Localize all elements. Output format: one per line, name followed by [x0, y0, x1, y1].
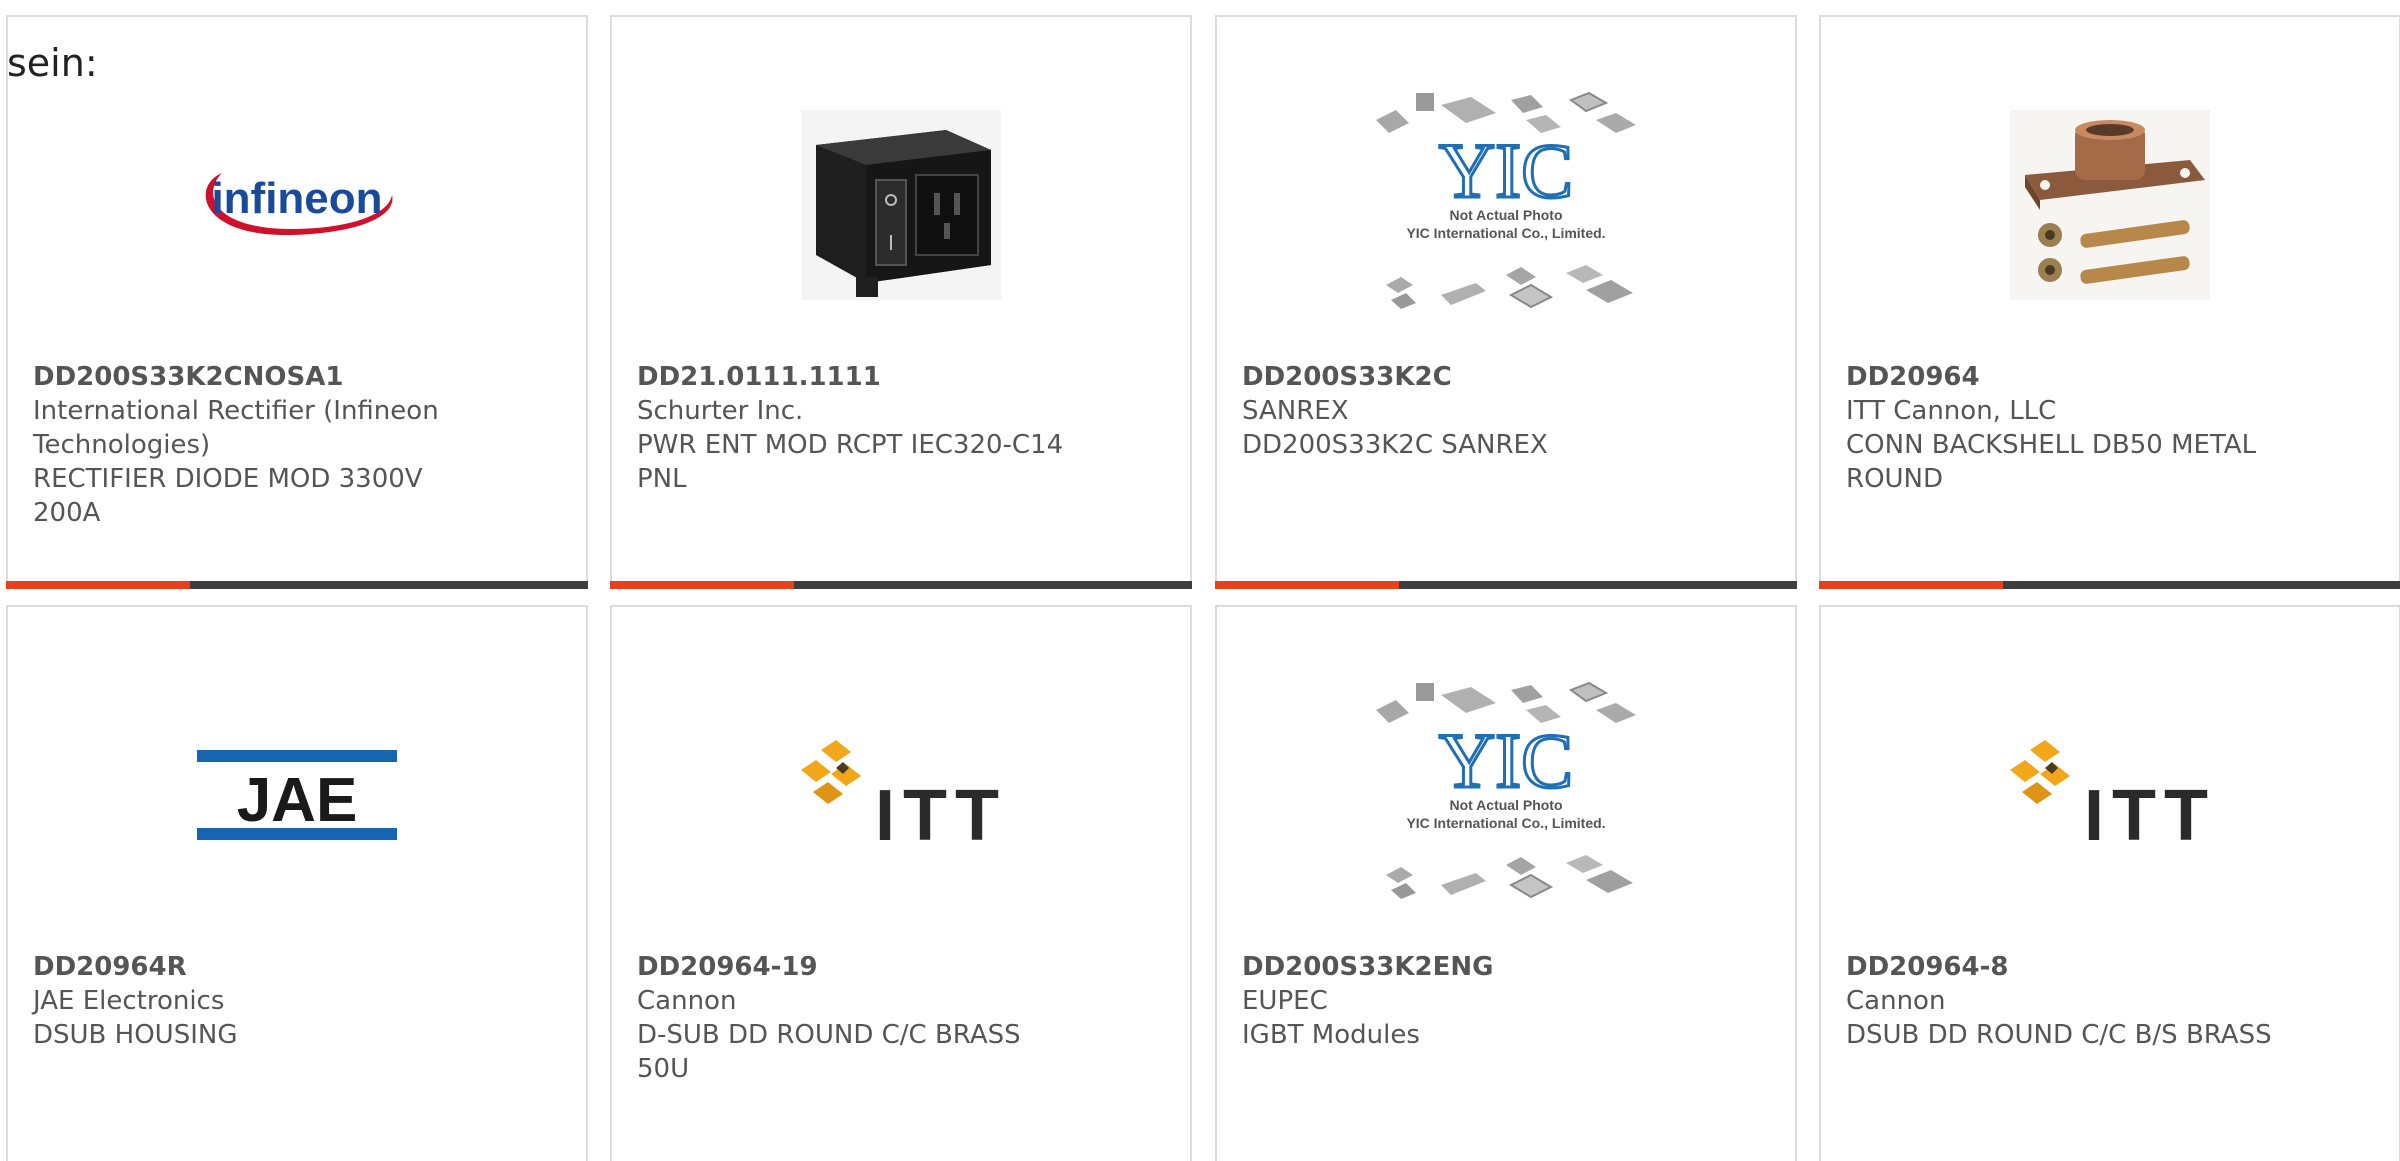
- placeholder-caption-2: YIC International Co., Limited.: [1406, 815, 1605, 831]
- product-image[interactable]: infineon: [8, 85, 586, 325]
- product-image[interactable]: YIC Not Actual Photo YIC International C…: [1217, 675, 1795, 915]
- product-info: DD200S33K2CNOSA1 International Rectifier…: [33, 360, 466, 530]
- part-number-link[interactable]: DD200S33K2C: [1242, 360, 1675, 394]
- product-description: CONN BACKSHELL DB50 METAL ROUND: [1846, 430, 2257, 494]
- card-accent-bar: [1215, 581, 1399, 589]
- placeholder-caption-2: YIC International Co., Limited.: [1406, 225, 1605, 241]
- part-number-link[interactable]: DD20964: [1846, 360, 2279, 394]
- product-image[interactable]: ITT: [612, 675, 1190, 915]
- part-number-link[interactable]: DD20964-19: [637, 950, 1070, 984]
- product-card[interactable]: DD21.0111.1111 Schurter Inc. PWR ENT MOD…: [610, 15, 1192, 589]
- itt-logo-icon: ITT: [801, 740, 1007, 850]
- svg-text:YIC: YIC: [1439, 717, 1573, 804]
- itt-logo-text: ITT: [2084, 776, 2216, 850]
- yic-placeholder-icon: YIC Not Actual Photo YIC International C…: [1376, 681, 1636, 899]
- manufacturer-name: JAE Electronics: [33, 986, 225, 1016]
- card-bottom-bar: [6, 581, 588, 589]
- product-card[interactable]: YIC Not Actual Photo YIC International C…: [1215, 605, 1797, 1161]
- placeholder-caption-1: Not Actual Photo: [1449, 207, 1562, 223]
- product-card[interactable]: DD20964 ITT Cannon, LLC CONN BACKSHELL D…: [1819, 15, 2400, 589]
- part-number-link[interactable]: DD20964-8: [1846, 950, 2279, 984]
- svg-text:YIC: YIC: [1439, 127, 1573, 214]
- yic-placeholder-icon: YIC Not Actual Photo YIC International C…: [1376, 91, 1636, 309]
- manufacturer-name: Schurter Inc.: [637, 396, 804, 426]
- product-card[interactable]: ITT DD20964-8 Cannon DSUB DD ROUND C/C B…: [1819, 605, 2400, 1161]
- manufacturer-name: ITT Cannon, LLC: [1846, 396, 2057, 426]
- part-number-link[interactable]: DD21.0111.1111: [637, 360, 1070, 394]
- product-info: DD21.0111.1111 Schurter Inc. PWR ENT MOD…: [637, 360, 1070, 496]
- product-card[interactable]: ITT DD20964-19 Cannon D-SUB DD ROUND C/C…: [610, 605, 1192, 1161]
- jae-logo-icon: JAE: [197, 750, 397, 840]
- product-description: DSUB DD ROUND C/C B/S BRASS: [1846, 1020, 2272, 1050]
- intro-text: sein:: [7, 41, 98, 85]
- product-info: DD20964 ITT Cannon, LLC CONN BACKSHELL D…: [1846, 360, 2279, 496]
- manufacturer-name: SANREX: [1242, 396, 1349, 426]
- product-image[interactable]: [1821, 85, 2399, 325]
- product-description: PWR ENT MOD RCPT IEC320-C14 PNL: [637, 430, 1064, 494]
- product-card[interactable]: JAE DD20964R JAE Electronics DSUB HOUSIN…: [6, 605, 588, 1161]
- product-description: DSUB HOUSING: [33, 1020, 238, 1050]
- product-image[interactable]: YIC Not Actual Photo YIC International C…: [1217, 85, 1795, 325]
- product-card[interactable]: infineon DD200S33K2CNOSA1 International …: [6, 15, 588, 589]
- product-grid-page: sein: infineon DD200S33K2CNOSA1 Internat…: [0, 0, 2400, 1161]
- product-image[interactable]: ITT: [1821, 675, 2399, 915]
- placeholder-caption-1: Not Actual Photo: [1449, 797, 1562, 813]
- product-description: DD200S33K2C SANREX: [1242, 430, 1548, 460]
- jae-logo-text: JAE: [237, 766, 358, 835]
- part-number-link[interactable]: DD200S33K2ENG: [1242, 950, 1675, 984]
- card-bottom-bar: [610, 581, 1192, 589]
- manufacturer-name: EUPEC: [1242, 986, 1328, 1016]
- backshell-icon: [2010, 110, 2210, 300]
- product-info: DD20964-19 Cannon D-SUB DD ROUND C/C BRA…: [637, 950, 1070, 1086]
- product-description: IGBT Modules: [1242, 1020, 1420, 1050]
- product-info: DD200S33K2ENG EUPEC IGBT Modules: [1242, 950, 1675, 1052]
- card-accent-bar: [610, 581, 794, 589]
- manufacturer-name: International Rectifier (Infineon Techno…: [33, 396, 439, 460]
- product-description: D-SUB DD ROUND C/C BRASS 50U: [637, 1020, 1021, 1084]
- manufacturer-name: Cannon: [1846, 986, 1946, 1016]
- product-card[interactable]: YIC Not Actual Photo YIC International C…: [1215, 15, 1797, 589]
- product-info: DD20964R JAE Electronics DSUB HOUSING: [33, 950, 466, 1052]
- card-bottom-bar: [1819, 581, 2400, 589]
- product-description: RECTIFIER DIODE MOD 3300V 200A: [33, 464, 423, 528]
- infineon-logo-icon: infineon: [205, 173, 393, 236]
- product-info: DD20964-8 Cannon DSUB DD ROUND C/C B/S B…: [1846, 950, 2279, 1052]
- itt-logo-text: ITT: [875, 776, 1007, 850]
- product-image[interactable]: [612, 85, 1190, 325]
- infineon-logo-text: infineon: [211, 174, 382, 223]
- card-accent-bar: [1819, 581, 2003, 589]
- card-bottom-bar: [1215, 581, 1797, 589]
- part-number-link[interactable]: DD20964R: [33, 950, 466, 984]
- power-entry-module-icon: [801, 110, 1001, 300]
- part-number-link[interactable]: DD200S33K2CNOSA1: [33, 360, 466, 394]
- card-accent-bar: [6, 581, 190, 589]
- product-info: DD200S33K2C SANREX DD200S33K2C SANREX: [1242, 360, 1675, 462]
- product-image[interactable]: JAE: [8, 675, 586, 915]
- manufacturer-name: Cannon: [637, 986, 737, 1016]
- itt-logo-icon: ITT: [2010, 740, 2216, 850]
